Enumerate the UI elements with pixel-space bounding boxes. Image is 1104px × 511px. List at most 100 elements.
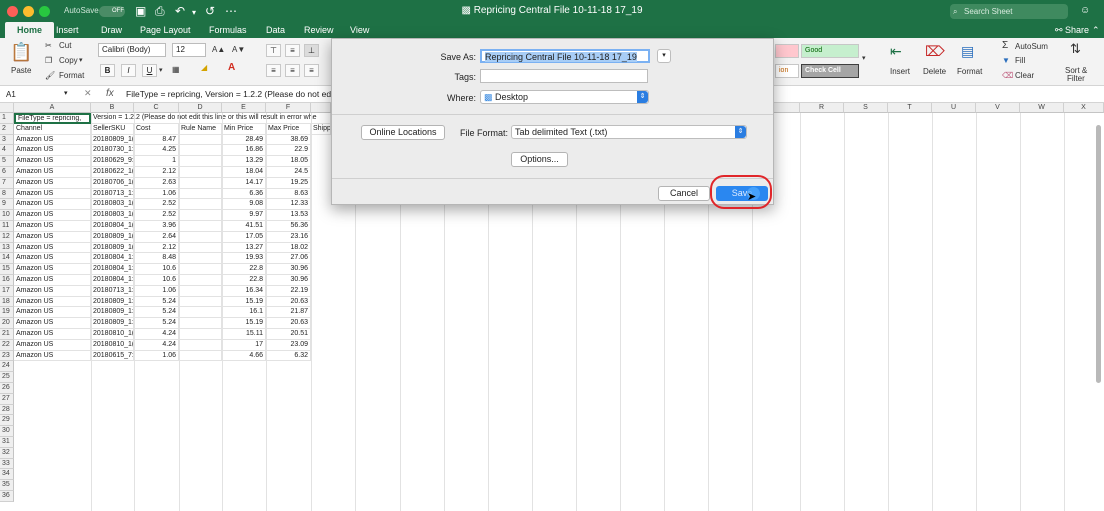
data-cell[interactable] [179, 350, 222, 362]
row-header[interactable]: 24 [0, 361, 14, 373]
search-sheet-input[interactable]: ⌕ Search Sheet [950, 4, 1068, 19]
data-cell[interactable]: 2.52 [134, 199, 179, 211]
data-cell[interactable]: Amazon US [14, 156, 91, 167]
align-right-icon[interactable]: ≡ [304, 64, 319, 77]
expand-dialog-button[interactable]: ▾ [657, 49, 671, 63]
row-header[interactable]: 10 [0, 210, 14, 221]
tab-formulas[interactable]: Formulas [209, 22, 247, 38]
options-button[interactable]: Options... [511, 152, 568, 167]
column-header[interactable]: C [134, 103, 179, 113]
data-cell[interactable]: 23.16 [266, 231, 311, 243]
row-header[interactable]: 21 [0, 329, 14, 340]
data-cell[interactable]: 20180804_1: [91, 253, 134, 265]
data-cell[interactable] [179, 188, 222, 200]
data-cell[interactable]: Amazon US [14, 285, 91, 297]
row-header[interactable]: 29 [0, 415, 14, 427]
data-cell[interactable]: 20180706_1( [91, 177, 134, 189]
row-header[interactable]: 36 [0, 491, 14, 502]
fill-button[interactable]: Fill [1015, 56, 1025, 66]
column-header[interactable]: R [800, 103, 844, 113]
data-cell[interactable]: Amazon US [14, 242, 91, 254]
row-header[interactable]: 3 [0, 134, 14, 146]
data-cell[interactable] [179, 145, 222, 157]
column-header[interactable]: S [844, 103, 888, 113]
fx-icon[interactable]: fx [106, 88, 114, 99]
cancel-button[interactable]: Cancel [658, 186, 710, 201]
data-cell[interactable]: 27.06 [266, 253, 311, 265]
tab-view[interactable]: View [350, 22, 369, 38]
data-cell[interactable] [179, 221, 222, 232]
data-cell[interactable]: Amazon US [14, 329, 91, 340]
row-header[interactable]: 11 [0, 221, 14, 232]
data-cell[interactable]: 8.47 [134, 134, 179, 146]
cell-row1-text[interactable]: Version = 1.2.2 (Please do not edit this… [91, 113, 331, 124]
data-cell[interactable]: 6.32 [266, 350, 311, 362]
data-cell[interactable]: 4.25 [134, 145, 179, 157]
data-cell[interactable] [179, 231, 222, 243]
data-cell[interactable]: 20180809_1( [91, 134, 134, 146]
row-header[interactable]: 8 [0, 188, 14, 200]
data-cell[interactable]: 18.05 [266, 156, 311, 167]
data-cell[interactable]: 20180810_1( [91, 329, 134, 340]
format-cells-icon[interactable]: ▤ [961, 43, 974, 59]
data-cell[interactable]: 20180809_1( [91, 231, 134, 243]
data-cell[interactable]: 1 [134, 156, 179, 167]
data-cell[interactable]: 13.53 [266, 210, 311, 221]
data-cell[interactable]: 17.05 [222, 231, 266, 243]
data-cell[interactable]: Amazon US [14, 188, 91, 200]
share-button[interactable]: ⚯ Share [1055, 22, 1089, 38]
column-header-partial[interactable] [311, 103, 331, 113]
data-cell[interactable]: 1.06 [134, 285, 179, 297]
cancel-formula-icon[interactable]: ✕ [84, 88, 92, 99]
delete-cells-icon[interactable]: ⌦ [925, 43, 945, 59]
data-cell[interactable]: 38.69 [266, 134, 311, 146]
row-header[interactable]: 23 [0, 350, 14, 362]
fill-color-icon[interactable]: ◢ [201, 63, 207, 73]
row-header[interactable]: 9 [0, 199, 14, 211]
where-select[interactable]: ▩ Desktop ⇕ [480, 90, 649, 104]
column-header[interactable]: T [888, 103, 932, 113]
row-header[interactable]: 7 [0, 177, 14, 189]
data-cell[interactable]: Amazon US [14, 145, 91, 157]
row-header[interactable]: 27 [0, 393, 14, 405]
font-name-select[interactable]: Calibri (Body) [98, 43, 166, 57]
tab-data[interactable]: Data [266, 22, 285, 38]
data-cell[interactable]: Amazon US [14, 134, 91, 146]
row-header[interactable]: 31 [0, 437, 14, 448]
align-bottom-icon[interactable]: ⊥ [304, 44, 319, 57]
data-cell[interactable]: Amazon US [14, 307, 91, 319]
data-cell[interactable] [179, 242, 222, 254]
data-cell[interactable]: 14.17 [222, 177, 266, 189]
column-header[interactable]: D [179, 103, 222, 113]
data-cell[interactable]: 22.8 [222, 275, 266, 286]
data-cell[interactable]: Amazon US [14, 210, 91, 221]
data-cell[interactable]: 13.29 [222, 156, 266, 167]
data-cell[interactable]: 19.93 [222, 253, 266, 265]
data-cell[interactable]: 9.97 [222, 210, 266, 221]
data-cell[interactable]: 15.11 [222, 329, 266, 340]
data-cell[interactable]: 1.06 [134, 188, 179, 200]
column-header[interactable]: E [222, 103, 266, 113]
data-cell[interactable] [179, 210, 222, 221]
data-cell[interactable]: 5.24 [134, 307, 179, 319]
paste-icon[interactable]: 📋 [10, 42, 32, 62]
data-cell[interactable] [179, 339, 222, 351]
style-bad-partial[interactable] [775, 44, 799, 58]
data-cell[interactable]: 15.19 [222, 318, 266, 329]
data-cell[interactable]: 16.86 [222, 145, 266, 157]
data-cell[interactable] [179, 307, 222, 319]
data-cell[interactable]: 20180713_1: [91, 188, 134, 200]
row-header[interactable]: 2 [0, 123, 14, 135]
data-cell[interactable]: 30.96 [266, 264, 311, 275]
style-good[interactable]: Good [801, 44, 859, 58]
row-header[interactable]: 35 [0, 480, 14, 491]
data-cell[interactable]: 2.63 [134, 177, 179, 189]
increase-font-icon[interactable]: A▲ [212, 45, 225, 55]
data-cell[interactable]: 20180809_1: [91, 307, 134, 319]
row-header[interactable]: 12 [0, 231, 14, 243]
paste-button[interactable]: Paste [11, 66, 31, 76]
italic-icon[interactable]: I [121, 64, 136, 77]
autosum-button[interactable]: AutoSum [1015, 42, 1048, 52]
data-cell[interactable]: 18.04 [222, 167, 266, 178]
copy-icon[interactable]: ❐ [45, 56, 52, 66]
